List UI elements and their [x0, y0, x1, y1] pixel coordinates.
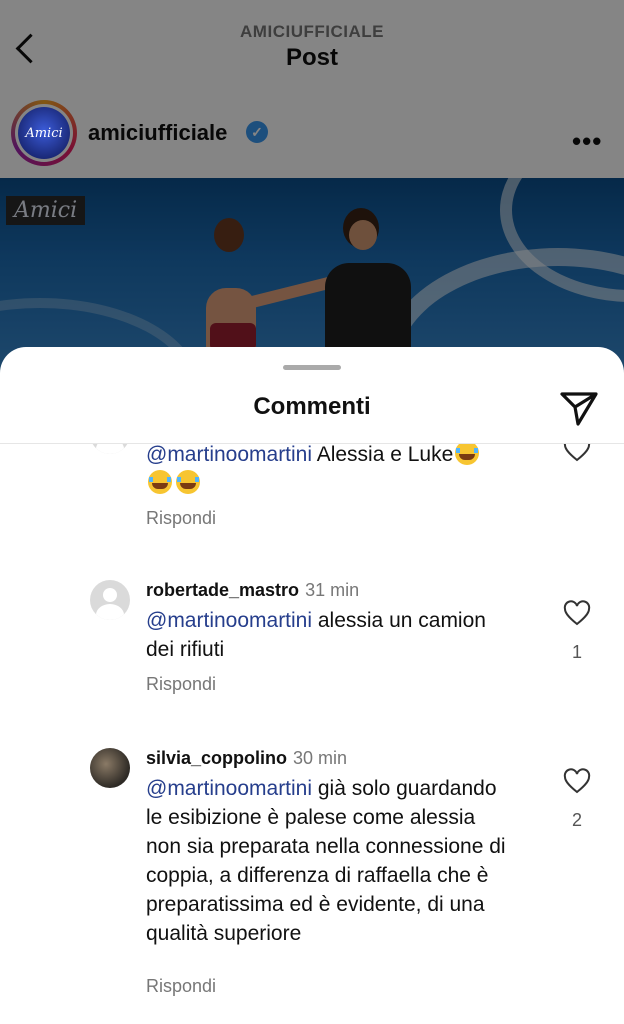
laughing-emoji-icon: [176, 470, 200, 494]
comment-avatar[interactable]: [90, 748, 130, 788]
account-avatar[interactable]: Amici: [18, 107, 70, 159]
comment-mention[interactable]: @martinoomartini: [146, 777, 312, 800]
sheet-drag-handle[interactable]: [283, 365, 341, 370]
like-count: 2: [571, 810, 582, 830]
comments-list[interactable]: @martinoomartini Alessia e Luke Rispondi…: [0, 444, 624, 1024]
comment-avatar[interactable]: [90, 580, 130, 620]
reply-button[interactable]: Rispondi: [146, 674, 216, 695]
heart-icon[interactable]: [563, 444, 591, 464]
comments-sheet: Commenti @martinoomartini Alessia e Luke…: [0, 347, 624, 1024]
heart-icon[interactable]: [563, 600, 591, 628]
heart-icon[interactable]: [563, 768, 591, 796]
laughing-emoji-icon: [148, 470, 172, 494]
reply-button[interactable]: Rispondi: [146, 508, 216, 529]
send-icon[interactable]: [556, 385, 602, 431]
comment-username[interactable]: robertade_mastro: [146, 580, 299, 600]
comment-avatar[interactable]: [90, 444, 130, 454]
like-count: 1: [571, 642, 582, 662]
comment-username[interactable]: silvia_coppolino: [146, 748, 287, 768]
comment-body: già solo guardando le esibizione è pales…: [146, 777, 506, 945]
comment-mention[interactable]: @martinoomartini: [146, 444, 312, 466]
comment-meta: silvia_coppolino 30 min: [146, 748, 347, 769]
comment-time: 31 min: [305, 580, 360, 600]
reply-button[interactable]: Rispondi: [146, 976, 216, 997]
comment-time: 30 min: [293, 748, 348, 768]
comment-text: @martinoomartini già solo guardando le e…: [146, 774, 506, 948]
comment-text: @martinoomartini alessia un camion dei r…: [146, 606, 506, 664]
comment-body: Alessia e Luke: [312, 444, 454, 466]
comment-mention[interactable]: @martinoomartini: [146, 609, 312, 632]
comment-meta: robertade_mastro 31 min: [146, 580, 359, 601]
sheet-title: Commenti: [253, 393, 371, 420]
comment-text: @martinoomartini Alessia e Luke: [146, 444, 506, 498]
laughing-emoji-icon: [455, 444, 480, 465]
